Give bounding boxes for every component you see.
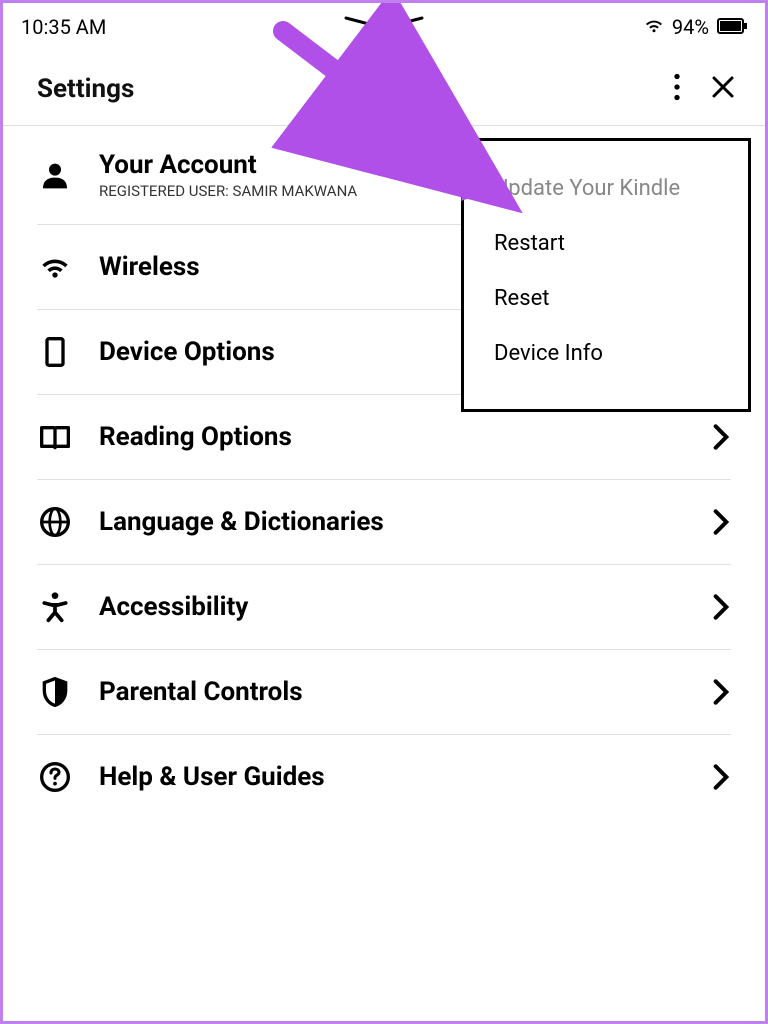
chevron-right-icon [711,676,731,708]
help-icon [37,759,73,795]
language-label: Language & Dictionaries [99,507,685,537]
globe-icon [37,504,73,540]
battery-icon [717,15,747,39]
popup-item-update: Update Your Kindle [494,161,718,216]
shield-icon [37,674,73,710]
popup-item-restart[interactable]: Restart [494,216,718,271]
menu-item-accessibility[interactable]: Accessibility [37,565,731,650]
settings-header: Settings [3,43,765,126]
time-label: 10:35 AM [21,15,106,39]
reading-options-label: Reading Options [99,422,685,452]
popup-item-reset[interactable]: Reset [494,271,718,326]
accessibility-label: Accessibility [99,592,685,622]
overflow-menu-icon[interactable] [673,73,681,105]
popup-item-device-info[interactable]: Device Info [494,326,718,381]
parental-controls-label: Parental Controls [99,677,685,707]
menu-item-parental-controls[interactable]: Parental Controls [37,650,731,735]
accessibility-icon [37,589,73,625]
device-icon [37,334,73,370]
menu-item-language[interactable]: Language & Dictionaries [37,480,731,565]
menu-item-help[interactable]: Help & User Guides [37,735,731,819]
help-label: Help & User Guides [99,762,685,792]
account-icon [37,157,73,193]
page-title: Settings [37,74,134,104]
wifi-icon [37,249,73,285]
close-icon[interactable] [711,75,735,103]
wifi-icon [644,15,664,39]
overflow-popup: Update Your Kindle Restart Reset Device … [461,138,751,412]
battery-percent: 94% [672,15,709,39]
notch-indicator [344,15,424,29]
book-icon [37,419,73,455]
chevron-right-icon [711,591,731,623]
chevron-right-icon [711,506,731,538]
status-right: 94% [644,15,747,39]
chevron-right-icon [711,421,731,453]
chevron-right-icon [711,761,731,793]
